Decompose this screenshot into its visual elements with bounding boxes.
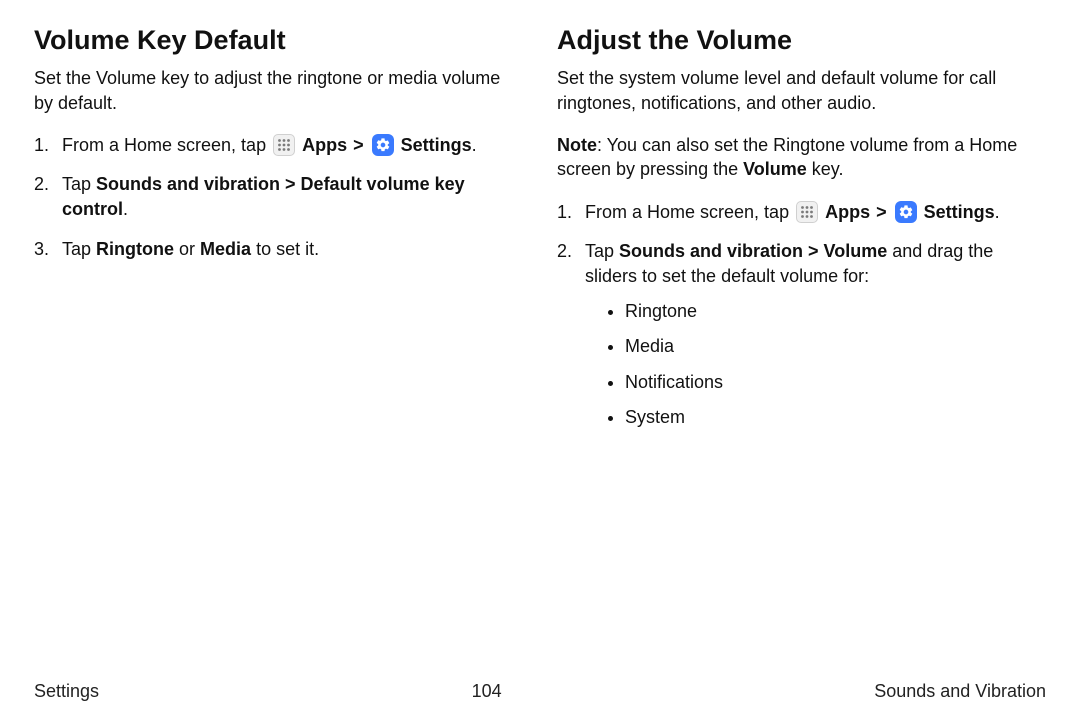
step-text-tail: . (472, 135, 477, 155)
step-bold: Sounds and vibration > Volume (619, 241, 887, 261)
left-column: Volume Key Default Set the Volume key to… (34, 24, 523, 675)
volume-types-list: Ringtone Media Notifications System (585, 299, 1046, 430)
chevron-icon: > (353, 133, 364, 158)
settings-icon (372, 134, 394, 156)
step-text: Tap (62, 174, 96, 194)
apps-label: Apps (825, 202, 870, 222)
right-step-2: Tap Sounds and vibration > Volume and dr… (557, 239, 1046, 430)
page-footer: Settings 104 Sounds and Vibration (34, 675, 1046, 702)
settings-label: Settings (924, 202, 995, 222)
left-step-3: Tap Ringtone or Media to set it. (34, 237, 523, 262)
left-steps: From a Home screen, tap Apps > Settings. (34, 133, 523, 262)
step-bold: Ringtone (96, 239, 174, 259)
right-column: Adjust the Volume Set the system volume … (557, 24, 1046, 675)
right-title: Adjust the Volume (557, 24, 1046, 56)
settings-label: Settings (401, 135, 472, 155)
apps-label: Apps (302, 135, 347, 155)
two-column-layout: Volume Key Default Set the Volume key to… (34, 24, 1046, 675)
right-note: Note: You can also set the Ringtone volu… (557, 133, 1046, 182)
left-step-1: From a Home screen, tap Apps > Settings. (34, 133, 523, 158)
bullet-media: Media (625, 334, 1046, 359)
right-steps: From a Home screen, tap Apps > Settings. (557, 200, 1046, 430)
footer-right: Sounds and Vibration (874, 681, 1046, 702)
note-label: Note (557, 135, 597, 155)
left-step-2: Tap Sounds and vibration > Default volum… (34, 172, 523, 222)
bullet-ringtone: Ringtone (625, 299, 1046, 324)
bullet-system: System (625, 405, 1046, 430)
footer-left: Settings (34, 681, 99, 702)
left-title: Volume Key Default (34, 24, 523, 56)
step-text: From a Home screen, tap (585, 202, 794, 222)
step-text: Tap (62, 239, 96, 259)
settings-icon (895, 201, 917, 223)
apps-icon (796, 201, 818, 223)
manual-page: Volume Key Default Set the Volume key to… (0, 0, 1080, 720)
step-text: From a Home screen, tap (62, 135, 271, 155)
note-bold: Volume (743, 159, 807, 179)
apps-icon (273, 134, 295, 156)
step-text-mid: or (174, 239, 200, 259)
step-text-tail: . (123, 199, 128, 219)
step-text-tail: . (995, 202, 1000, 222)
bullet-notifications: Notifications (625, 370, 1046, 395)
step-text-tail: to set it. (251, 239, 319, 259)
chevron-icon: > (876, 200, 887, 225)
right-intro: Set the system volume level and default … (557, 66, 1046, 115)
page-number: 104 (472, 681, 502, 702)
step-text: Tap (585, 241, 619, 261)
left-intro: Set the Volume key to adjust the rington… (34, 66, 523, 115)
note-text-tail: key. (807, 159, 844, 179)
right-step-1: From a Home screen, tap Apps > Settings. (557, 200, 1046, 225)
step-bold-2: Media (200, 239, 251, 259)
